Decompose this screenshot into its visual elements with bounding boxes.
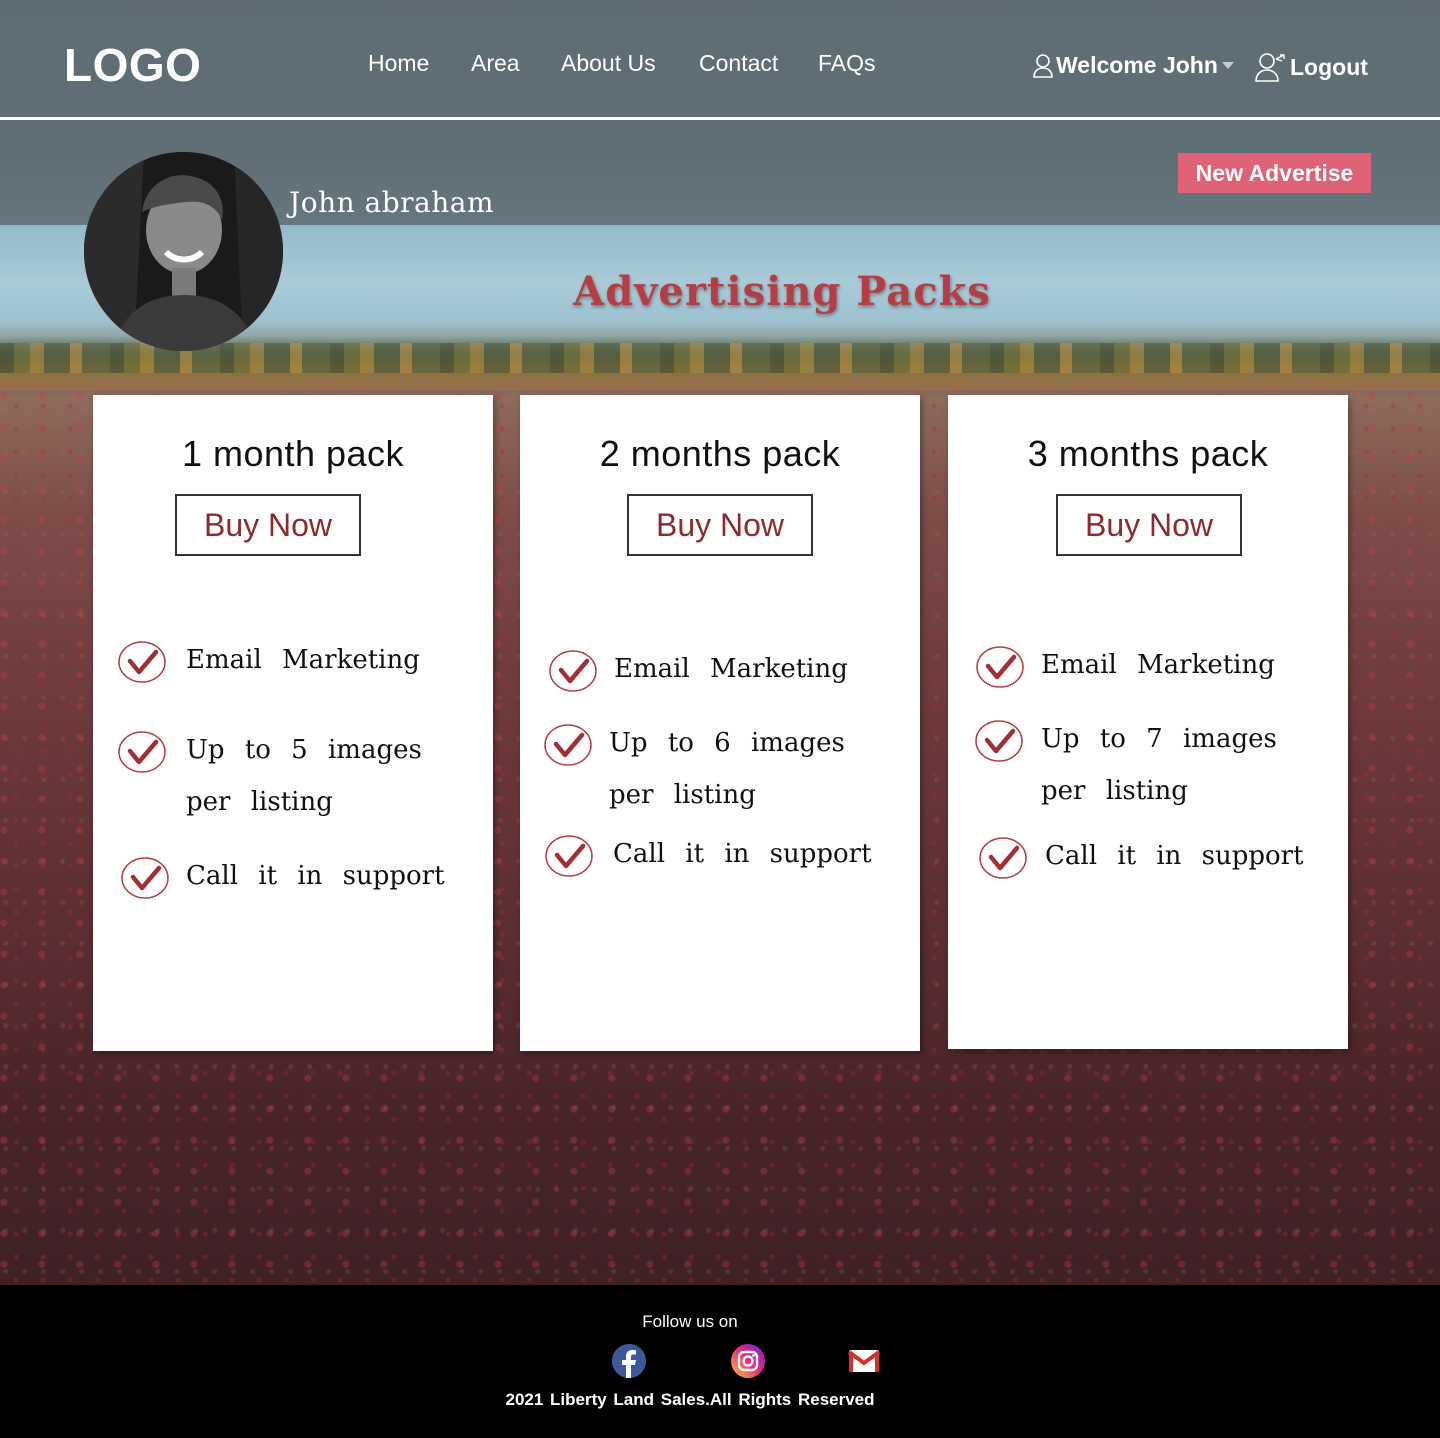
- logout-label: Logout: [1290, 53, 1368, 80]
- check-circle-icon: [976, 646, 1024, 688]
- feature-item: Up to 5 images per listing: [117, 730, 466, 828]
- logout-button[interactable]: Logout: [1254, 51, 1368, 83]
- buy-now-button[interactable]: Buy Now: [627, 494, 813, 556]
- welcome-dropdown[interactable]: Welcome John: [1032, 52, 1234, 79]
- feature-item: Email Marketing: [975, 645, 1301, 691]
- buy-now-button[interactable]: Buy Now: [175, 494, 361, 556]
- feature-text: Up to 6 images per listing: [609, 728, 845, 810]
- feature-text: Email Marketing: [614, 654, 848, 684]
- header-divider: [0, 117, 1440, 120]
- check-circle-icon: [549, 650, 597, 692]
- logout-user-icon: [1255, 53, 1285, 82]
- feature-text: Up to 7 images per listing: [1041, 724, 1277, 806]
- avatar: [84, 152, 283, 351]
- feature-text: Email Marketing: [1041, 650, 1275, 680]
- new-advertise-button[interactable]: New Advertise: [1178, 153, 1371, 193]
- check-circle-icon: [979, 837, 1027, 879]
- feature-text: Call it in support: [186, 861, 445, 891]
- nav-contact[interactable]: Contact: [699, 50, 778, 77]
- check-circle-icon: [544, 724, 592, 766]
- nav-about-us[interactable]: About Us: [561, 50, 656, 77]
- feature-item: Call it in support: [544, 834, 873, 880]
- check-circle-icon: [975, 720, 1023, 762]
- pack-card-3: 3 months pack Buy Now Email Marketing Up…: [948, 395, 1348, 1049]
- nav-area[interactable]: Area: [471, 50, 520, 77]
- nav-faqs[interactable]: FAQs: [818, 50, 876, 77]
- pack-card-1: 1 month pack Buy Now Email Marketing Up …: [93, 395, 493, 1051]
- feature-text: Email Marketing: [186, 645, 420, 675]
- feature-item: Call it in support: [978, 836, 1305, 882]
- check-circle-icon: [545, 835, 593, 877]
- logo[interactable]: LOGO: [64, 38, 201, 92]
- copyright-text: 2021 Liberty Land Sales.All Rights Reser…: [505, 1390, 875, 1409]
- feature-item: Up to 6 images per listing: [543, 723, 899, 821]
- follow-label: Follow us on: [642, 1312, 738, 1331]
- check-circle-icon: [118, 731, 166, 773]
- profile-name: John abraham: [289, 186, 495, 219]
- feature-text: Call it in support: [613, 839, 872, 869]
- check-circle-icon: [121, 857, 169, 899]
- footer: Follow us on 2021 Liberty Land Sales.All…: [0, 1285, 1440, 1438]
- feature-text: Up to 5 images per listing: [186, 735, 422, 817]
- instagram-icon[interactable]: [731, 1344, 765, 1378]
- gmail-icon[interactable]: [847, 1344, 881, 1378]
- pack-card-2: 2 months pack Buy Now Email Marketing Up…: [520, 395, 920, 1051]
- welcome-label: Welcome John: [1056, 52, 1218, 78]
- feature-item: Call it in support: [120, 856, 446, 902]
- chevron-down-icon: [1221, 62, 1234, 69]
- feature-text: Call it in support: [1045, 841, 1304, 871]
- pack-name: 2 months pack: [599, 433, 841, 474]
- feature-item: Email Marketing: [548, 649, 874, 695]
- check-circle-icon: [118, 641, 166, 683]
- feature-item: Email Marketing: [117, 640, 446, 686]
- feature-item: Up to 7 images per listing: [974, 719, 1321, 817]
- pack-name: 3 months pack: [1027, 433, 1269, 474]
- facebook-icon[interactable]: [612, 1344, 646, 1378]
- pack-name: 1 month pack: [181, 433, 405, 474]
- page-title: Advertising Packs: [573, 268, 991, 315]
- user-icon: [1033, 53, 1053, 78]
- buy-now-button[interactable]: Buy Now: [1056, 494, 1242, 556]
- nav-home[interactable]: Home: [368, 50, 429, 77]
